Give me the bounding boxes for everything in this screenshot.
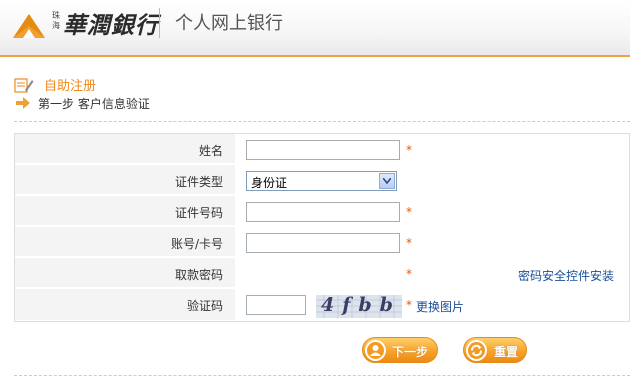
id-type-label: 证件类型 xyxy=(174,175,223,189)
id-number-row: 证件号码 * xyxy=(15,196,629,227)
brand-name: 華潤銀行 xyxy=(63,12,159,39)
id-type-select[interactable]: 身份证 xyxy=(246,171,397,191)
required-mark: * xyxy=(406,267,412,281)
captcha-image: 4fbb xyxy=(316,295,402,318)
name-input[interactable] xyxy=(246,140,400,160)
id-type-value: 身份证 xyxy=(251,176,288,190)
required-mark: * xyxy=(406,205,412,219)
section-title: 自助注册 xyxy=(44,79,97,94)
id-number-label: 证件号码 xyxy=(174,206,223,220)
account-label: 账号/卡号 xyxy=(170,237,223,251)
name-label: 姓名 xyxy=(198,144,223,158)
captcha-refresh-link[interactable]: 更换图片 xyxy=(416,298,464,315)
security-control-link[interactable]: 密码安全控件安装 xyxy=(518,267,614,284)
required-mark: * xyxy=(406,143,412,157)
captcha-input[interactable] xyxy=(246,295,306,315)
header-divider xyxy=(159,8,160,38)
reset-label: 重置 xyxy=(494,345,519,359)
account-input[interactable] xyxy=(246,233,400,253)
register-icon xyxy=(14,78,34,93)
page-title: 个人网上银行 xyxy=(175,13,283,34)
required-mark: * xyxy=(406,236,412,250)
id-number-input[interactable] xyxy=(246,202,400,222)
header-bar: 珠海 華潤銀行 个人网上银行 xyxy=(0,0,630,56)
reset-button[interactable]: 重置 xyxy=(463,337,527,363)
header-accent-line xyxy=(0,55,630,57)
divider xyxy=(14,121,630,122)
chevron-down-icon[interactable] xyxy=(379,173,395,189)
captcha-label: 验证码 xyxy=(186,299,223,313)
brand-small-text: 珠海 xyxy=(52,11,60,30)
next-step-button[interactable]: 下一步 xyxy=(362,337,438,363)
captcha-text: 4fbb xyxy=(321,295,401,316)
name-row: 姓名 * xyxy=(15,134,629,165)
required-mark: * xyxy=(406,298,412,312)
logo-icon xyxy=(13,14,45,38)
bottom-divider xyxy=(14,375,630,376)
refresh-icon xyxy=(466,340,487,361)
pin-label: 取款密码 xyxy=(174,268,223,282)
pin-row: 取款密码 * 密码安全控件安装 xyxy=(15,258,629,289)
user-icon xyxy=(365,340,386,361)
step-label: 第一步 客户信息验证 xyxy=(38,97,150,111)
registration-form: 姓名 * 证件类型 身份证 证件号码 * 账号/卡号 * 取款密码 * 密码安全… xyxy=(14,133,630,322)
account-row: 账号/卡号 * xyxy=(15,227,629,258)
arrow-right-icon xyxy=(16,97,30,109)
next-step-label: 下一步 xyxy=(392,345,429,359)
